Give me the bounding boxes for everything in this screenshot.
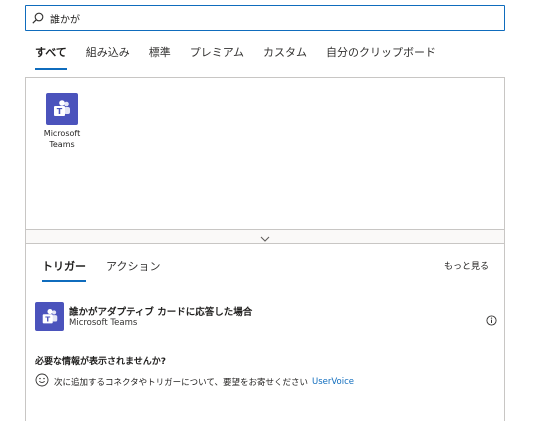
tab-standard[interactable]: 標準	[149, 42, 171, 70]
teams-icon: T	[35, 302, 64, 331]
missing-info-heading: 必要な情報が表示されませんか?	[35, 357, 166, 367]
tab-builtin[interactable]: 組み込み	[86, 42, 130, 70]
tab-my-clipboard[interactable]: 自分のクリップボード	[326, 42, 436, 70]
tab-premium[interactable]: プレミアム	[190, 42, 244, 70]
tab-actions[interactable]: アクション	[106, 258, 160, 282]
uservoice-link[interactable]: UserVoice	[312, 377, 354, 387]
svg-text:T: T	[57, 107, 63, 116]
category-tabs: すべて 組み込み 標準 プレミアム カスタム 自分のクリップボード	[25, 42, 455, 70]
feedback-text: 次に追加するコネクタやトリガーについて、要望をお寄せください	[54, 377, 308, 388]
connector-label: Microsoft Teams	[43, 129, 81, 149]
smiley-icon	[35, 373, 54, 390]
info-icon[interactable]	[486, 311, 497, 326]
result-tabs: トリガー アクション	[42, 258, 180, 282]
see-more-link[interactable]: もっと見る	[444, 259, 489, 272]
tab-custom[interactable]: カスタム	[263, 42, 307, 70]
tab-triggers[interactable]: トリガー	[42, 258, 86, 282]
search-icon	[32, 9, 44, 28]
trigger-title: 誰かがアダプティブ カードに応答した場合	[69, 307, 253, 318]
connector-panel: T Microsoft Teams	[25, 77, 505, 229]
trigger-item[interactable]: T 誰かがアダプティブ カードに応答した場合 Microsoft Teams	[35, 302, 497, 332]
feedback-line: 次に追加するコネクタやトリガーについて、要望をお寄せください UserVoice	[35, 373, 354, 390]
connector-tile-teams[interactable]: T Microsoft Teams	[42, 93, 82, 150]
search-input[interactable]	[50, 12, 490, 24]
teams-icon: T	[46, 93, 78, 125]
search-box[interactable]	[25, 5, 505, 31]
tab-all[interactable]: すべて	[35, 42, 67, 70]
results-panel: トリガー アクション もっと見る T 誰かがアダプティブ カードに応答した場合 …	[25, 244, 505, 421]
trigger-connector: Microsoft Teams	[69, 318, 138, 328]
svg-text:T: T	[45, 314, 50, 323]
collapse-toggle[interactable]	[25, 229, 505, 244]
